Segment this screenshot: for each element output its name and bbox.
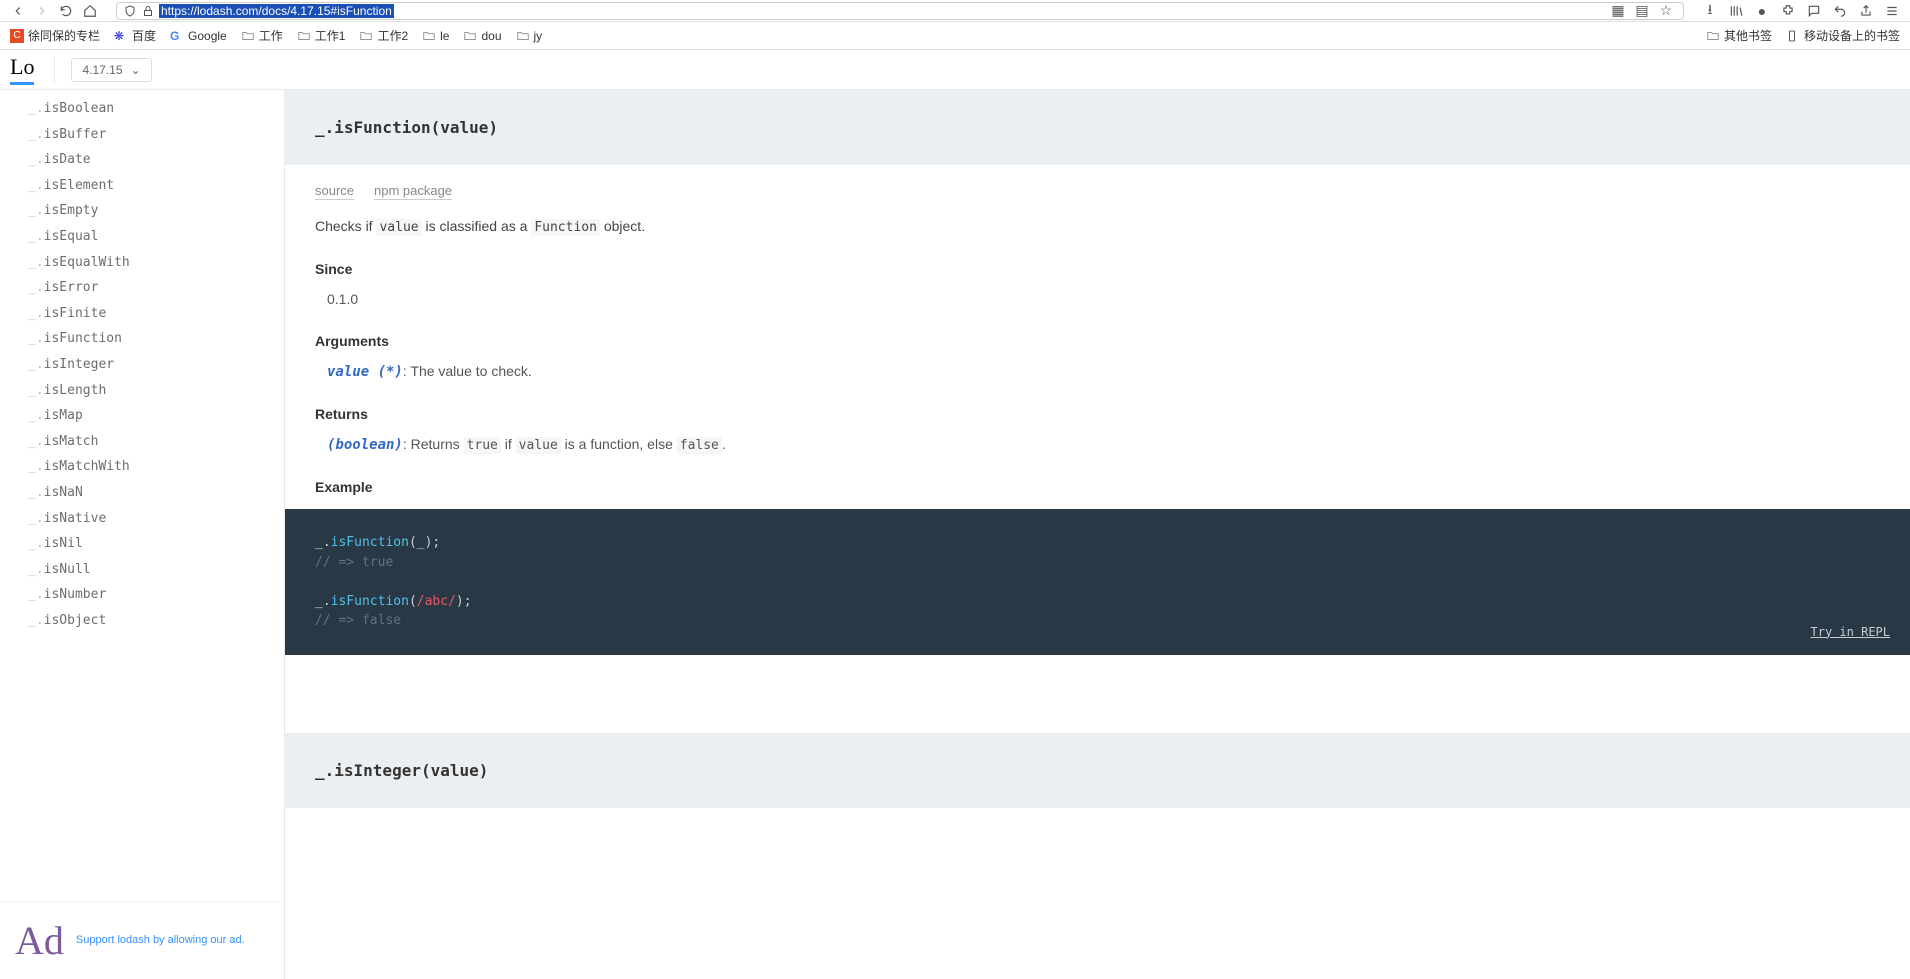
next-method-header: _.isInteger(value) [285,733,1910,808]
method-header: _.isFunction(value) [285,90,1910,165]
sidebar-item-isbuffer[interactable]: _.isBuffer [0,122,284,148]
sidebar-item-isboolean[interactable]: _.isBoolean [0,96,284,122]
bookmark-徐同保的专栏[interactable]: C徐同保的专栏 [10,27,100,44]
npm-link[interactable]: npm package [374,183,452,200]
arguments-label: Arguments [315,333,1880,349]
menu-icon[interactable] [1884,3,1900,19]
since-label: Since [315,261,1880,277]
sidebar-item-ismap[interactable]: _.isMap [0,403,284,429]
sidebar-item-iserror[interactable]: _.isError [0,275,284,301]
logo[interactable]: Lo [10,54,34,85]
try-repl-link[interactable]: Try in REPL [1811,623,1890,641]
bookmark-百度[interactable]: ❋百度 [114,27,156,44]
forward-icon[interactable] [34,3,50,19]
sidebar-item-islength[interactable]: _.isLength [0,378,284,404]
example-label: Example [315,479,1880,495]
sidebar-item-isinteger[interactable]: _.isInteger [0,352,284,378]
folder-icon [297,29,311,43]
version-select[interactable]: 4.17.15 ⌄ [71,58,151,82]
sidebar-item-isempty[interactable]: _.isEmpty [0,198,284,224]
bookmark-工作[interactable]: 工作 [241,27,283,44]
sidebar-item-ismatchwith[interactable]: _.isMatchWith [0,454,284,480]
bookmark-移动设备上的书签[interactable]: 移动设备上的书签 [1786,27,1900,44]
chevron-down-icon: ⌄ [131,63,141,77]
sidebar-item-isobject[interactable]: _.isObject [0,608,284,634]
sidebar-item-iselement[interactable]: _.isElement [0,173,284,199]
arg-desc: : The value to check. [403,363,532,379]
sidebar-item-isequalwith[interactable]: _.isEqualWith [0,250,284,276]
sidebar-item-isnan[interactable]: _.isNaN [0,480,284,506]
toolbar-right: ⭳ ● [1702,3,1900,19]
sidebar-item-isnull[interactable]: _.isNull [0,557,284,583]
source-link[interactable]: source [315,183,354,200]
method-description: Checks if value is classified as a Funct… [315,218,1880,235]
star-icon[interactable]: ☆ [1659,4,1673,18]
site-icon: C [10,29,24,43]
download-icon[interactable]: ⭳ [1702,3,1718,19]
browser-toolbar: https://lodash.com/docs/4.17.15#isFuncti… [0,0,1910,22]
url-bar[interactable]: https://lodash.com/docs/4.17.15#isFuncti… [116,2,1684,20]
folder-icon [422,29,436,43]
sidebar: _.isBoolean_.isBuffer_.isDate_.isElement… [0,90,285,979]
meta-links: source npm package [315,183,1880,200]
folder-icon [1706,29,1720,43]
back-icon[interactable] [10,3,26,19]
lock-icon [141,4,155,18]
sidebar-item-isnative[interactable]: _.isNative [0,506,284,532]
code-block: _.isFunction(_); // => true _.isFunction… [285,509,1910,655]
bookmarks-bar: C徐同保的专栏 ❋百度 GGoogle 工作工作1 工作2 ledou jy 其他书签移动设… [0,22,1910,50]
reader-icon[interactable]: ▤ [1635,4,1649,18]
method-signature: _.isFunction(value) [315,118,498,137]
ad-block[interactable]: Ad Support lodash by allowing our ad. [0,901,284,979]
page-header: Lo 4.17.15 ⌄ [0,50,1910,90]
folder-icon [463,29,477,43]
next-method-signature: _.isInteger(value) [315,761,488,780]
bookmark-其他书签[interactable]: 其他书签 [1706,27,1772,44]
since-value: 0.1.0 [315,291,1880,307]
returns-item: (boolean): Returns true if value is a fu… [315,436,1880,453]
sidebar-item-isfinite[interactable]: _.isFinite [0,301,284,327]
reload-icon[interactable] [58,3,74,19]
folder-icon [241,29,255,43]
baidu-icon: ❋ [114,29,128,43]
sidebar-item-isdate[interactable]: _.isDate [0,147,284,173]
chat-icon[interactable] [1806,3,1822,19]
bookmark-dou[interactable]: dou [463,29,501,43]
returns-label: Returns [315,406,1880,422]
ad-desc: Support lodash by allowing our ad. [76,933,245,948]
sidebar-item-isequal[interactable]: _.isEqual [0,224,284,250]
mobile-icon [1786,29,1800,43]
ad-title: Ad [15,917,64,964]
sidebar-item-isnil[interactable]: _.isNil [0,531,284,557]
google-icon: G [170,29,184,43]
version-label: 4.17.15 [82,63,122,77]
folder-icon [516,29,530,43]
sidebar-item-isfunction[interactable]: _.isFunction [0,326,284,352]
bookmark-Google[interactable]: GGoogle [170,29,227,43]
argument-item: value (*): The value to check. [315,363,1880,380]
content: _.isFunction(value) source npm package C… [285,90,1910,979]
ret-type: (boolean) [327,437,403,453]
bookmark-工作1[interactable]: 工作1 [297,27,346,44]
share-icon[interactable] [1858,3,1874,19]
extension-icon[interactable] [1780,3,1796,19]
info-icon[interactable]: ● [1754,3,1770,19]
arg-name: value (*) [327,364,403,380]
sidebar-item-ismatch[interactable]: _.isMatch [0,429,284,455]
bookmark-工作2[interactable]: 工作2 [359,27,408,44]
sidebar-item-isnumber[interactable]: _.isNumber [0,582,284,608]
folder-icon [359,29,373,43]
shield-icon [123,4,137,18]
bookmark-jy[interactable]: jy [516,29,543,43]
library-icon[interactable] [1728,3,1744,19]
bookmark-le[interactable]: le [422,29,449,43]
undo-icon[interactable] [1832,3,1848,19]
url-text: https://lodash.com/docs/4.17.15#isFuncti… [159,4,394,18]
qr-icon[interactable]: ▦ [1611,4,1625,18]
home-icon[interactable] [82,3,98,19]
